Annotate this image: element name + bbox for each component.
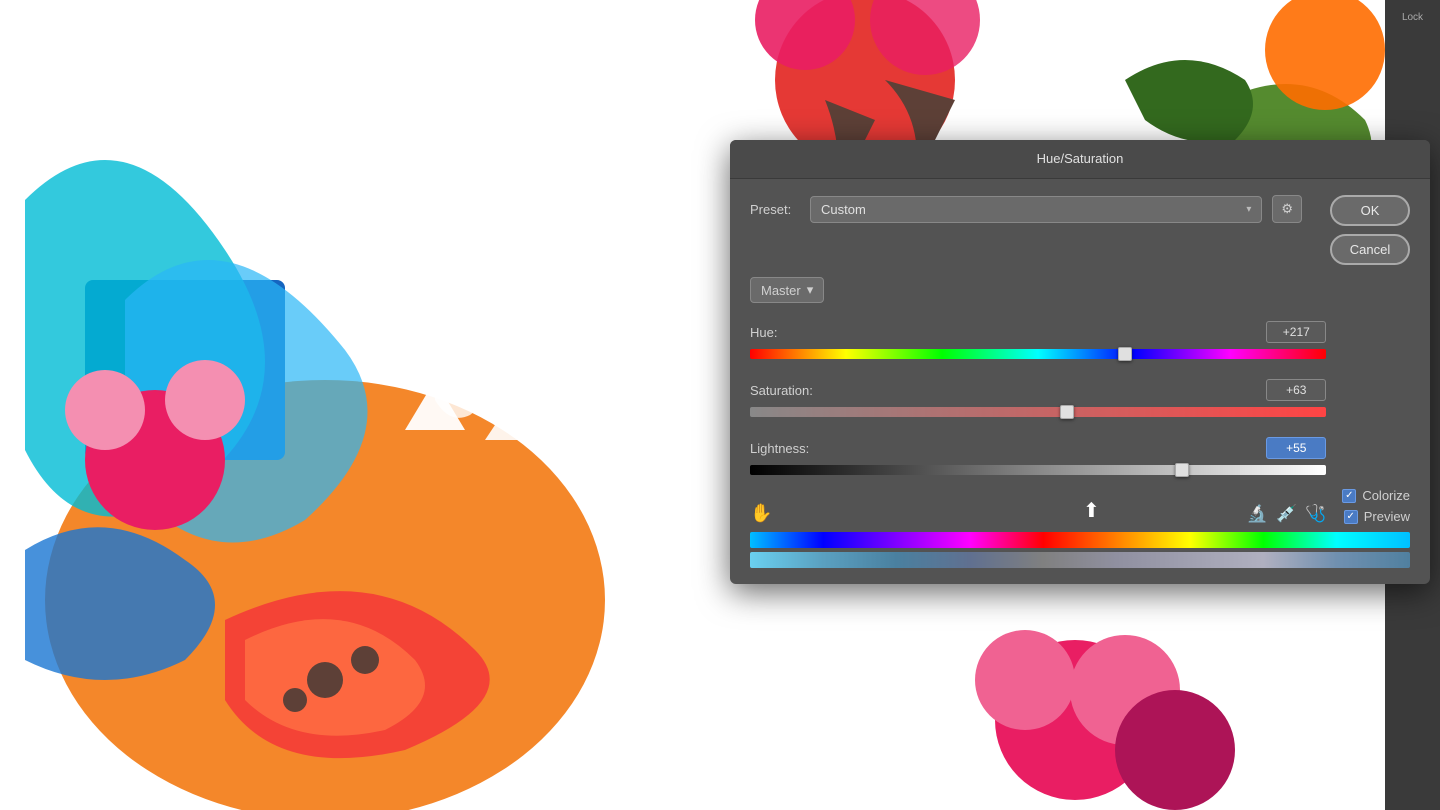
dialog-title: Hue/Saturation	[1037, 151, 1124, 166]
master-row: Master ▾	[750, 277, 1326, 303]
saturation-slider-header: Saturation: +63	[750, 379, 1326, 401]
hue-slider-track[interactable]	[750, 349, 1326, 363]
master-dropdown[interactable]: Master ▾	[750, 277, 824, 303]
colorize-checkbox[interactable]: ✓	[1342, 489, 1356, 503]
dropdown-arrow-icon: ▾	[1246, 204, 1251, 215]
saturation-value[interactable]: +63	[1266, 379, 1326, 401]
colorize-label: Colorize	[1362, 488, 1410, 503]
hue-value[interactable]: +217	[1266, 321, 1326, 343]
preset-dropdown[interactable]: Custom ▾	[810, 196, 1262, 223]
preset-row: Preset: Custom ▾ ⚙	[750, 195, 1302, 223]
lock-label: Lock	[1402, 12, 1423, 23]
preset-value: Custom	[821, 202, 866, 217]
master-label: Master	[761, 283, 801, 298]
eyedropper-button[interactable]: 🔬	[1247, 504, 1268, 524]
colorize-checkmark-icon: ✓	[1345, 490, 1353, 501]
eyedropper-add-icon: 💉	[1276, 504, 1297, 523]
rainbow-spectrum-bar	[750, 532, 1410, 548]
preview-checkmark-icon: ✓	[1347, 511, 1355, 522]
preview-label: Preview	[1364, 509, 1410, 524]
cancel-button[interactable]: Cancel	[1330, 234, 1410, 265]
gear-icon: ⚙	[1281, 201, 1293, 217]
lightness-thumb[interactable]	[1175, 463, 1189, 477]
saturation-slider-row: Saturation: +63	[750, 379, 1326, 421]
spectrum-bars	[750, 532, 1410, 568]
hue-slider-row: Hue: +217	[750, 321, 1326, 363]
saturation-slider-track[interactable]	[750, 407, 1326, 421]
hue-gradient	[750, 349, 1326, 359]
result-spectrum-bar	[750, 552, 1410, 568]
hue-label: Hue:	[750, 325, 840, 340]
eyedropper-add-button[interactable]: 💉	[1276, 504, 1297, 524]
main-area: Master ▾ Hue: +217	[750, 277, 1410, 524]
gear-button[interactable]: ⚙	[1272, 195, 1302, 223]
saturation-gradient	[750, 407, 1326, 417]
dialog-titlebar: Hue/Saturation	[730, 140, 1430, 179]
saturation-thumb[interactable]	[1060, 405, 1074, 419]
bottom-toolbar: ✋ 🔬 💉 🩺	[750, 495, 1326, 524]
lightness-slider-row: Lightness: +55	[750, 437, 1326, 479]
preview-checkbox[interactable]: ✓	[1344, 510, 1358, 524]
eyedropper-subtract-button[interactable]: 🩺	[1305, 504, 1326, 524]
preview-checkbox-row[interactable]: ✓ Preview	[1344, 509, 1410, 524]
eyedropper-icon: 🔬	[1247, 504, 1268, 523]
hand-tool-icon[interactable]: ✋	[750, 503, 772, 524]
eyedropper-group: 🔬 💉 🩺	[1247, 504, 1327, 524]
checkboxes-area: ✓ Colorize ✓ Preview	[1342, 428, 1410, 524]
eyedropper-subtract-icon: 🩺	[1305, 504, 1326, 523]
master-dropdown-arrow-icon: ▾	[807, 282, 814, 298]
lightness-value[interactable]: +55	[1266, 437, 1326, 459]
ok-button[interactable]: OK	[1330, 195, 1410, 226]
hue-slider-header: Hue: +217	[750, 321, 1326, 343]
hue-saturation-dialog: Hue/Saturation Preset: Custom ▾ ⚙	[730, 140, 1430, 584]
dialog-content: Preset: Custom ▾ ⚙ OK Cancel	[730, 179, 1430, 584]
lightness-slider-track[interactable]	[750, 465, 1326, 479]
sliders-area: Master ▾ Hue: +217	[750, 277, 1326, 524]
colorize-checkbox-row[interactable]: ✓ Colorize	[1342, 488, 1410, 503]
lightness-label: Lightness:	[750, 441, 840, 456]
lightness-gradient	[750, 465, 1326, 475]
hue-thumb[interactable]	[1118, 347, 1132, 361]
preset-label: Preset:	[750, 202, 800, 217]
lightness-slider-header: Lightness: +55	[750, 437, 1326, 459]
action-buttons: OK Cancel	[1330, 195, 1410, 265]
saturation-label: Saturation:	[750, 383, 840, 398]
